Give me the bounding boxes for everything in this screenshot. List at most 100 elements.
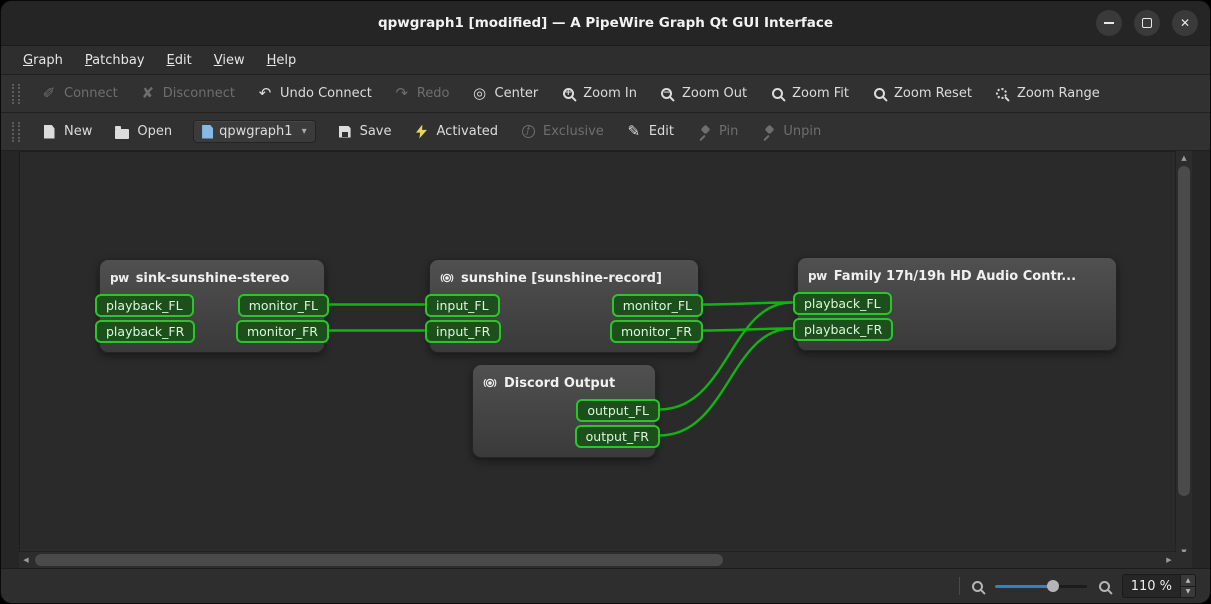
node-title: sunshine [sunshine-record] (461, 271, 662, 286)
open-folder-icon (114, 125, 130, 139)
exclusive-button[interactable]: ƒ Exclusive (509, 113, 615, 150)
unpin-button[interactable]: Unpin (749, 113, 832, 150)
close-button[interactable]: ✕ (1172, 10, 1198, 36)
edit-button[interactable]: ✎ Edit (615, 113, 685, 150)
zoom-percent-value[interactable]: 110 % (1123, 575, 1180, 597)
toolbar-drag-handle[interactable] (12, 84, 20, 104)
menu-graph[interactable]: Graph (13, 50, 73, 71)
open-button[interactable]: Open (103, 113, 183, 150)
node-header: sunshine [sunshine-record] (430, 266, 698, 294)
app-window: qpwgraph1 [modified] — A PipeWire Graph … (0, 0, 1211, 604)
edit-pencil-icon: ✎ (626, 124, 642, 139)
window-title: qpwgraph1 [modified] — A PipeWire Graph … (378, 15, 833, 31)
save-icon (337, 126, 353, 138)
zoom-out-mini-icon[interactable] (972, 581, 983, 592)
port-input-fl[interactable]: input_FL (425, 294, 500, 317)
window-controls: ✕ (1096, 1, 1198, 45)
port-output-fl[interactable]: output_FL (576, 399, 660, 422)
close-icon: ✕ (1180, 16, 1190, 30)
zoom-reset-icon (871, 88, 887, 99)
node-discord-output[interactable]: Discord Output output_FL output_FR (472, 364, 656, 458)
zoom-fit-button[interactable]: Zoom Fit (758, 75, 860, 112)
zoom-out-icon: − (659, 88, 675, 99)
spin-up-icon[interactable]: ▲ (1181, 575, 1195, 586)
port-output-fr[interactable]: output_FR (575, 425, 660, 448)
scroll-up-icon[interactable]: ▲ (1176, 151, 1192, 165)
scroll-right-icon[interactable]: ▶ (1162, 553, 1176, 567)
center-icon: ◎ (472, 86, 488, 101)
patchbay-file-icon (202, 125, 213, 139)
menu-edit[interactable]: Edit (157, 50, 202, 71)
redo-icon: ↷ (394, 86, 410, 101)
port-playback-fr[interactable]: playback_FR (793, 318, 893, 341)
zoom-range-button[interactable]: Zoom Range (983, 75, 1111, 112)
zoom-in-mini-icon[interactable] (1099, 581, 1110, 592)
zoom-range-icon (994, 88, 1010, 99)
node-title: Discord Output (504, 376, 615, 391)
node-family-hd-audio-controller[interactable]: pw Family 17h/19h HD Audio Contr... play… (797, 257, 1117, 351)
port-monitor-fl[interactable]: monitor_FL (612, 294, 703, 317)
vertical-scrollbar[interactable]: ▲ ▼ (1175, 151, 1192, 559)
node-title: Family 17h/19h HD Audio Contr... (834, 269, 1076, 284)
new-file-icon (41, 125, 57, 139)
zoom-reset-button[interactable]: Zoom Reset (860, 75, 983, 112)
record-icon (440, 271, 454, 285)
center-button[interactable]: ◎ Center (461, 75, 550, 112)
activated-button[interactable]: Activated (403, 113, 510, 150)
toolbar-file: New Open qpwgraph1 ▾ Save Activated ƒ Ex… (1, 113, 1210, 151)
port-monitor-fr[interactable]: monitor_FR (236, 320, 329, 343)
port-playback-fl[interactable]: playback_FL (793, 292, 892, 315)
port-input-fr[interactable]: input_FR (425, 320, 501, 343)
minimize-icon (1104, 22, 1114, 24)
activated-bolt-icon (414, 125, 430, 139)
zoom-percent-spinbox: 110 % ▲ ▼ (1122, 574, 1196, 598)
connect-button[interactable]: ✐ Connect (30, 75, 129, 112)
horizontal-scroll-thumb[interactable] (35, 554, 723, 566)
zoom-fit-icon (769, 88, 785, 99)
save-button[interactable]: Save (326, 113, 403, 150)
exclusive-icon: ƒ (520, 125, 536, 138)
node-sunshine-record[interactable]: sunshine [sunshine-record] input_FL inpu… (429, 259, 699, 353)
zoom-in-button[interactable]: + Zoom In (549, 75, 648, 112)
spin-down-icon[interactable]: ▼ (1181, 586, 1195, 598)
menu-patchbay[interactable]: Patchbay (75, 50, 155, 71)
patchbay-file-name: qpwgraph1 (219, 124, 292, 139)
vertical-scroll-thumb[interactable] (1178, 166, 1190, 496)
redo-button[interactable]: ↷ Redo (383, 75, 461, 112)
pin-button[interactable]: Pin (685, 113, 749, 150)
node-title: sink-sunshine-stereo (136, 271, 290, 286)
disconnect-button[interactable]: ✘ Disconnect (129, 75, 246, 112)
maximize-icon (1142, 18, 1152, 28)
zoom-slider-handle[interactable] (1047, 580, 1059, 592)
chevron-down-icon: ▾ (302, 126, 307, 137)
connection-wires (20, 152, 1176, 559)
record-icon (483, 376, 497, 390)
maximize-button[interactable] (1134, 10, 1160, 36)
zoom-in-icon: + (560, 88, 576, 99)
statusbar-separator (959, 577, 960, 595)
new-button[interactable]: New (30, 113, 103, 150)
node-sink-sunshine-stereo[interactable]: pw sink-sunshine-stereo playback_FL play… (99, 259, 325, 353)
undo-connect-button[interactable]: ↶ Undo Connect (246, 75, 383, 112)
horizontal-scrollbar[interactable]: ◀ ▶ (19, 551, 1176, 568)
patchbay-file-combo[interactable]: qpwgraph1 ▾ (193, 120, 316, 143)
titlebar[interactable]: qpwgraph1 [modified] — A PipeWire Graph … (1, 1, 1210, 46)
graph-canvas[interactable]: pw sink-sunshine-stereo playback_FL play… (19, 151, 1176, 559)
menu-help[interactable]: Help (257, 50, 307, 71)
minimize-button[interactable] (1096, 10, 1122, 36)
pin-icon (696, 125, 712, 139)
port-monitor-fr[interactable]: monitor_FR (610, 320, 703, 343)
scroll-left-icon[interactable]: ◀ (19, 553, 33, 567)
pipewire-icon: pw (808, 269, 827, 283)
menu-view[interactable]: View (204, 50, 255, 71)
port-playback-fr[interactable]: playback_FR (95, 320, 195, 343)
port-playback-fl[interactable]: playback_FL (95, 294, 194, 317)
zoom-slider-fill (995, 585, 1053, 588)
node-header: pw Family 17h/19h HD Audio Contr... (798, 264, 1116, 292)
zoom-out-button[interactable]: − Zoom Out (648, 75, 758, 112)
toolbar-drag-handle-2[interactable] (12, 122, 20, 142)
port-monitor-fl[interactable]: monitor_FL (238, 294, 329, 317)
zoom-slider[interactable] (995, 579, 1087, 593)
undo-icon: ↶ (257, 86, 273, 101)
menubar: Graph Patchbay Edit View Help (1, 46, 1210, 75)
